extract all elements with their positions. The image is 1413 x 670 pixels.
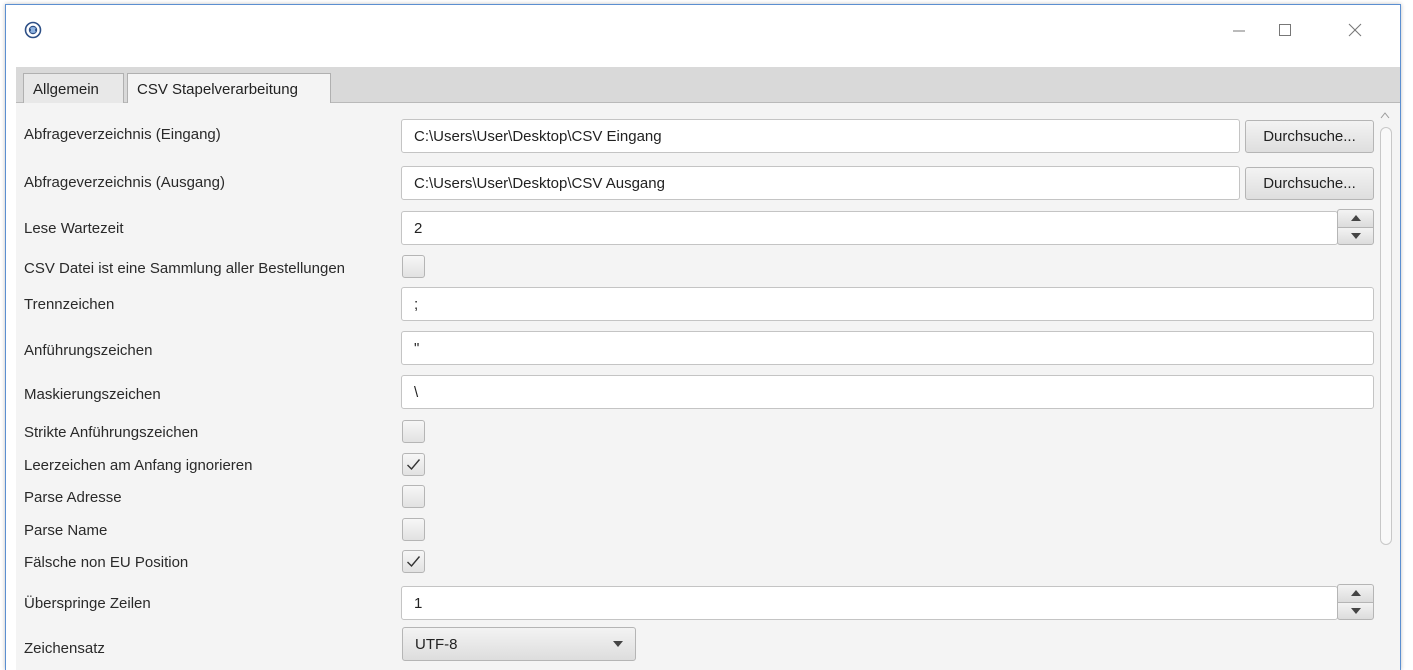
chevron-down-icon (613, 641, 623, 647)
parse-name-label: Parse Name (24, 522, 108, 539)
parse-name-checkbox[interactable] (402, 518, 425, 541)
skip-lines-spinner (1337, 584, 1374, 620)
separator-label: Trennzeichen (24, 296, 115, 313)
ignore-leading-checkbox[interactable] (402, 453, 425, 476)
input-dir-label: Abfrageverzeichnis (Eingang) (24, 126, 221, 143)
fake-non-eu-label: Fälsche non EU Position (24, 554, 189, 571)
charset-select[interactable]: UTF-8 (402, 627, 636, 661)
output-dir-label: Abfrageverzeichnis (Ausgang) (24, 174, 225, 191)
collection-checkbox[interactable] (402, 255, 425, 278)
read-wait-decrement-button[interactable] (1337, 226, 1374, 245)
close-icon (1348, 23, 1362, 37)
settings-panel: Abfrageverzeichnis (Eingang) C:\Users\Us… (16, 103, 1400, 670)
quote-label: Anführungszeichen (24, 342, 153, 359)
globe-icon (24, 21, 42, 39)
escape-label: Maskierungszeichen (24, 386, 161, 403)
vertical-scrollbar[interactable] (1378, 109, 1392, 670)
strict-quotes-label: Strikte Anführungszeichen (24, 424, 199, 441)
quote-field[interactable]: " (401, 331, 1374, 365)
read-wait-increment-button[interactable] (1337, 209, 1374, 227)
minimize-button[interactable] (1216, 5, 1262, 55)
read-wait-stepper[interactable]: 2 (401, 211, 1338, 245)
arrow-down-icon (1350, 607, 1361, 614)
escape-field[interactable]: \ (401, 375, 1374, 409)
scrollbar-thumb[interactable] (1380, 127, 1392, 545)
maximize-icon (1279, 24, 1291, 36)
arrow-up-icon (1350, 215, 1361, 222)
charset-value: UTF-8 (415, 635, 458, 653)
output-dir-browse-button[interactable]: Durchsuche... (1245, 167, 1374, 200)
tab-csv-stapelverarbeitung[interactable]: CSV Stapelverarbeitung (127, 73, 331, 105)
tab-allgemein[interactable]: Allgemein (23, 73, 124, 104)
parse-address-checkbox[interactable] (402, 485, 425, 508)
arrow-up-icon (1350, 590, 1361, 597)
app-window: Allgemein CSV Stapelverarbeitung Abfrage… (5, 4, 1401, 670)
ignore-leading-label: Leerzeichen am Anfang ignorieren (24, 457, 253, 474)
close-button[interactable] (1332, 5, 1378, 55)
read-wait-label: Lese Wartezeit (24, 220, 124, 237)
skip-lines-decrement-button[interactable] (1337, 601, 1374, 620)
charset-label: Zeichensatz (24, 640, 105, 657)
input-dir-field[interactable]: C:\Users\User\Desktop\CSV Eingang (401, 119, 1240, 153)
collection-label: CSV Datei ist eine Sammlung aller Bestel… (24, 260, 345, 277)
tab-bar: Allgemein CSV Stapelverarbeitung (16, 67, 1400, 105)
arrow-down-icon (1350, 232, 1361, 239)
output-dir-field[interactable]: C:\Users\User\Desktop\CSV Ausgang (401, 166, 1240, 200)
input-dir-browse-button[interactable]: Durchsuche... (1245, 120, 1374, 153)
skip-lines-increment-button[interactable] (1337, 584, 1374, 602)
minimize-icon (1233, 30, 1245, 32)
skip-lines-stepper[interactable]: 1 (401, 586, 1338, 620)
maximize-button[interactable] (1262, 5, 1308, 55)
title-bar (6, 5, 1400, 55)
strict-quotes-checkbox[interactable] (402, 420, 425, 443)
checkmark-icon (407, 556, 421, 568)
skip-lines-label: Überspringe Zeilen (24, 595, 151, 612)
separator-field[interactable]: ; (401, 287, 1374, 321)
read-wait-spinner (1337, 209, 1374, 245)
parse-address-label: Parse Adresse (24, 489, 122, 506)
fake-non-eu-checkbox[interactable] (402, 550, 425, 573)
scroll-up-icon (1380, 112, 1390, 119)
checkmark-icon (407, 459, 421, 471)
